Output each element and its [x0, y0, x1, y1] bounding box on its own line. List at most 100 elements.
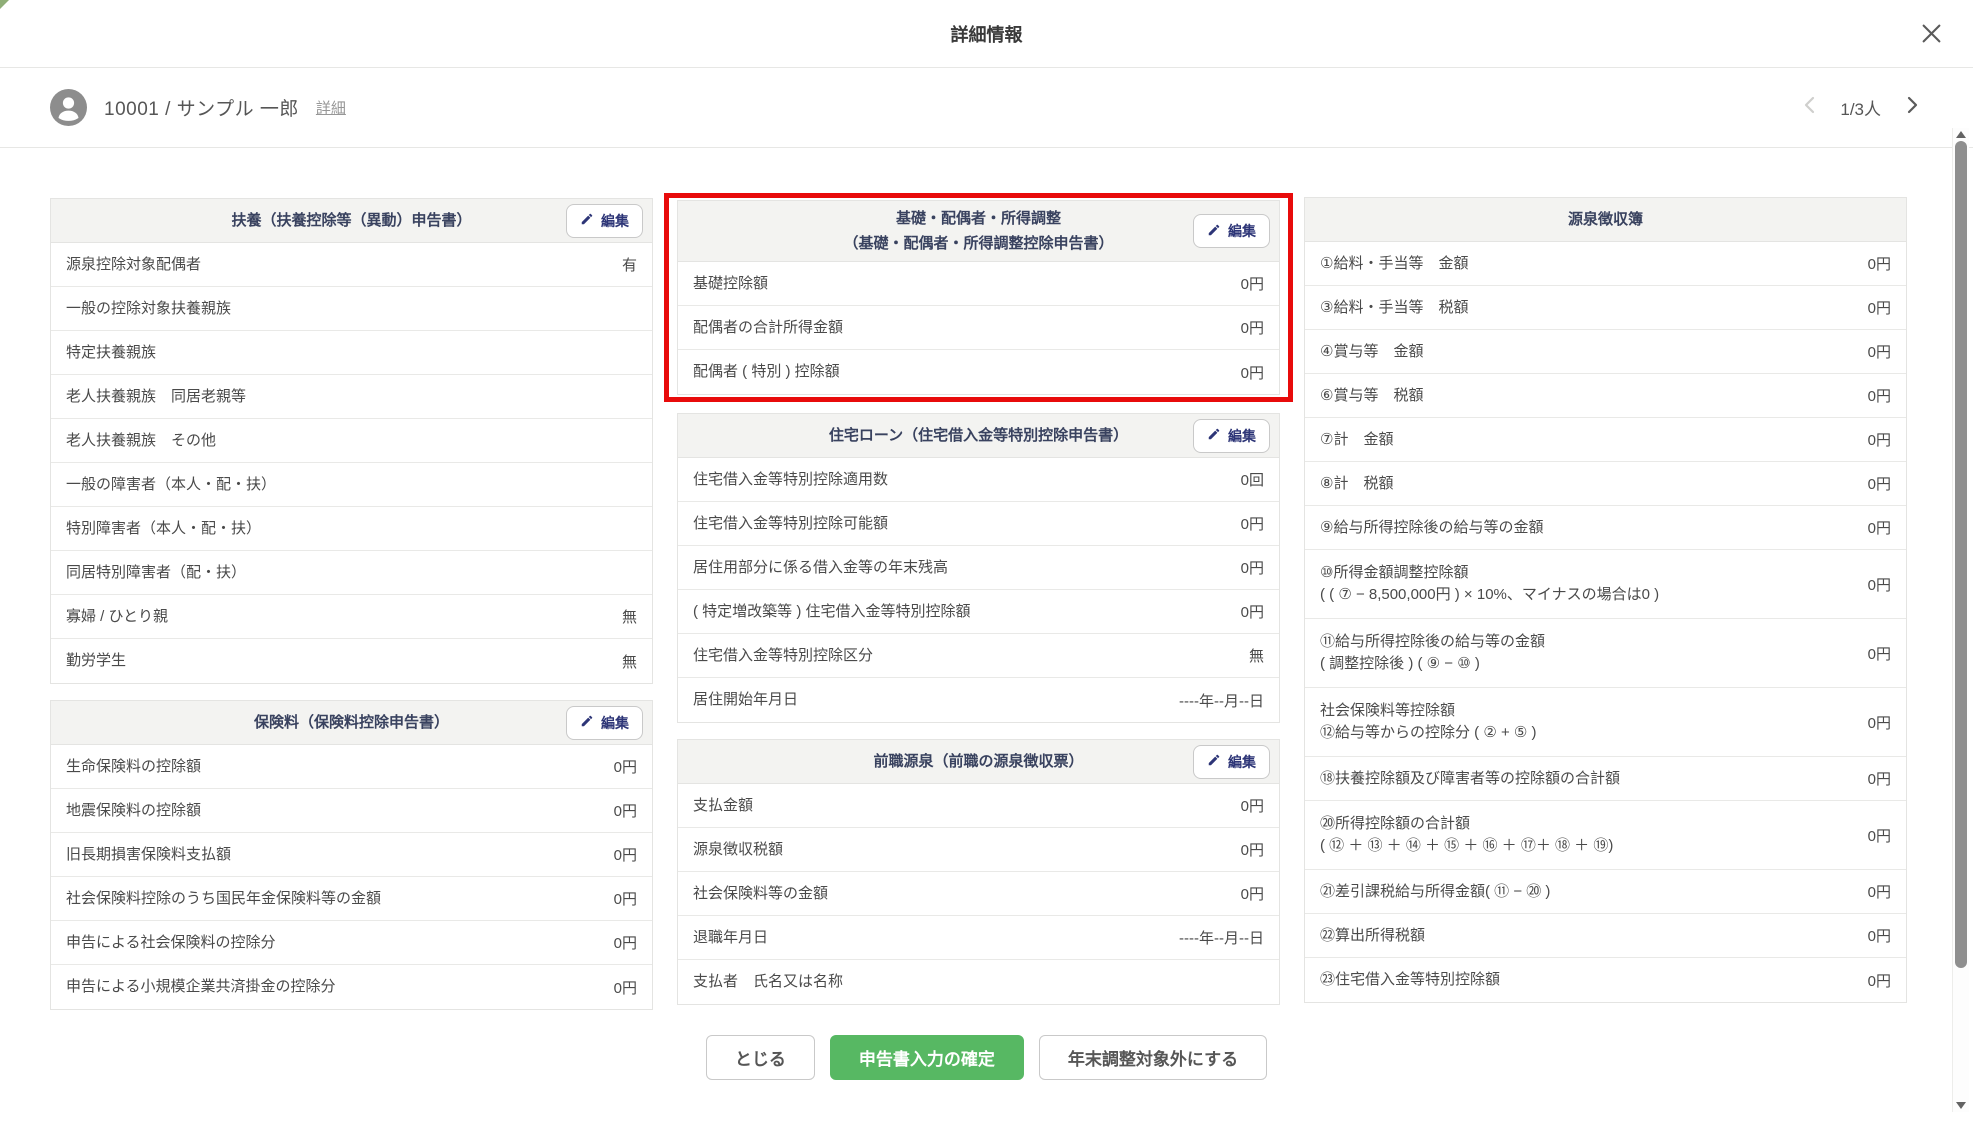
row-value: 0円 [1868, 825, 1891, 846]
table-title: 住宅ローン（住宅借入金等特別控除申告書） [829, 423, 1128, 448]
row-value: 無 [1249, 645, 1264, 666]
table-hokenryo: 保険料（保険料控除申告書）編集生命保険料の控除額0円地震保険料の控除額0円旧長期… [50, 700, 653, 1010]
row-label: 源泉控除対象配偶者 [66, 244, 201, 286]
table-row: ⑪給与所得控除後の給与等の金額( 調整控除後 ) ( ⑨ − ⑩ )0円 [1305, 619, 1906, 688]
table-row: ①給料・手当等 金額 0円 [1305, 242, 1906, 286]
edit-button-zenshoku[interactable]: 編集 [1193, 745, 1270, 779]
row-label: 支払金額 [693, 785, 753, 827]
row-value: 0円 [1868, 297, 1891, 318]
table-row: 特定扶養親族 [51, 331, 652, 375]
table-title: 源泉徴収簿 [1568, 207, 1643, 232]
row-label: 寡婦 / ひとり親 [66, 596, 168, 638]
table-row: 配偶者の合計所得金額 0円 [678, 306, 1279, 350]
row-label: ㉓住宅借入金等特別控除額 [1320, 959, 1500, 1001]
row-value: 0円 [1241, 601, 1264, 622]
modal-title-bar: 詳細情報 [0, 0, 1973, 68]
scrollbar[interactable] [1952, 128, 1969, 1112]
row-value: 0円 [1868, 385, 1891, 406]
row-label: 居住用部分に係る借入金等の年末残高 [693, 547, 948, 589]
row-label: 社会保険料控除のうち国民年金保険料等の金額 [66, 878, 381, 920]
next-employee-button[interactable] [1901, 97, 1923, 119]
employee-id-name: 10001 / サンプル 一郎 [104, 94, 299, 121]
table-row: 一般の障害者（本人・配・扶） [51, 463, 652, 507]
row-label: ⑪給与所得控除後の給与等の金額( 調整控除後 ) ( ⑨ − ⑩ ) [1320, 621, 1545, 685]
edit-button-kiso[interactable]: 編集 [1193, 214, 1270, 248]
edit-button-jutaku[interactable]: 編集 [1193, 419, 1270, 453]
row-value: 0円 [1241, 795, 1264, 816]
row-value: 0円 [1868, 473, 1891, 494]
close-icon[interactable] [1919, 21, 1943, 45]
prev-employee-button[interactable] [1798, 97, 1820, 119]
row-label: 社会保険料等の金額 [693, 873, 828, 915]
table-header-hokenryo: 保険料（保険料控除申告書）編集 [51, 701, 652, 745]
table-row: 源泉控除対象配偶者 有 [51, 243, 652, 287]
edit-button-label: 編集 [601, 211, 629, 231]
table-row: 老人扶養親族 その他 [51, 419, 652, 463]
table-row: 住宅借入金等特別控除可能額0円 [678, 502, 1279, 546]
row-label: 申告による小規模企業共済掛金の控除分 [66, 966, 336, 1008]
table-row: ③給料・手当等 税額0円 [1305, 286, 1906, 330]
column-right: 源泉徴収簿①給料・手当等 金額0円③給料・手当等 税額0円④賞与等 金額0円⑥賞… [1304, 148, 1907, 1013]
row-value: 無 [622, 606, 637, 627]
row-value: 0円 [1868, 768, 1891, 789]
row-label: 申告による社会保険料の控除分 [66, 922, 276, 964]
pencil-icon [1207, 427, 1221, 444]
row-value: 0円 [1241, 362, 1264, 383]
scrollbar-thumb[interactable] [1955, 141, 1967, 968]
edit-button-label: 編集 [1228, 221, 1256, 241]
row-value: 0円 [1241, 317, 1264, 338]
edit-button-label: 編集 [601, 713, 629, 733]
row-value: 0円 [1868, 925, 1891, 946]
row-sublabel: ( ⑫ ＋ ⑬ ＋ ⑭ ＋ ⑮ ＋ ⑯ ＋ ⑰＋ ⑱ ＋ ⑲) [1320, 835, 1613, 857]
table-row: ⑱扶養控除額及び障害者等の控除額の合計額0円 [1305, 757, 1906, 801]
highlight-box: 基礎・配偶者・所得調整（基礎・配偶者・所得調整控除申告書）編集基礎控除額0円配偶… [664, 193, 1293, 402]
table-jutaku: 住宅ローン（住宅借入金等特別控除申告書）編集住宅借入金等特別控除適用数0回住宅借… [677, 413, 1280, 723]
row-value: 0円 [1868, 253, 1891, 274]
row-value: 0円 [614, 932, 637, 953]
column-middle: 基礎・配偶者・所得調整（基礎・配偶者・所得調整控除申告書）編集基礎控除額0円配偶… [677, 148, 1280, 1013]
avatar [50, 89, 87, 126]
row-label: ④賞与等 金額 [1320, 331, 1423, 373]
table-row: 一般の控除対象扶養親族 [51, 287, 652, 331]
scroll-up-icon[interactable] [1956, 131, 1966, 138]
row-label: ( 特定増改築等 ) 住宅借入金等特別控除額 [693, 591, 971, 633]
table-row: ④賞与等 金額0円 [1305, 330, 1906, 374]
row-label: 住宅借入金等特別控除可能額 [693, 503, 888, 545]
row-value: 0円 [1868, 712, 1891, 733]
table-row: 支払者 氏名又は名称 [678, 960, 1279, 1004]
row-value: 0円 [614, 844, 637, 865]
close-button[interactable]: とじる [706, 1035, 815, 1080]
table-gensencho: 源泉徴収簿①給料・手当等 金額0円③給料・手当等 税額0円④賞与等 金額0円⑥賞… [1304, 197, 1907, 1003]
table-row: ㉓住宅借入金等特別控除額 0円 [1305, 958, 1906, 1002]
table-row: 老人扶養親族 同居老親等 [51, 375, 652, 419]
row-label: ⑥賞与等 税額 [1320, 375, 1423, 417]
table-row: 特別障害者（本人・配・扶） [51, 507, 652, 551]
table-row: 申告による小規模企業共済掛金の控除分0円 [51, 965, 652, 1009]
pencil-icon [1207, 223, 1221, 240]
table-header-jutaku: 住宅ローン（住宅借入金等特別控除申告書） 編集 [678, 414, 1279, 458]
row-value: 0回 [1241, 469, 1264, 490]
row-label: 支払者 氏名又は名称 [693, 961, 843, 1003]
row-value: 有 [622, 254, 637, 275]
row-label: 配偶者の合計所得金額 [693, 307, 843, 349]
employee-detail-link[interactable]: 詳細 [316, 97, 346, 118]
row-label: 配偶者 ( 特別 ) 控除額 [693, 351, 840, 393]
row-label: ㉑差引課税給与所得金額( ⑪ − ⑳ ) [1320, 871, 1550, 913]
confirm-declaration-button[interactable]: 申告書入力の確定 [830, 1035, 1024, 1080]
row-sublabel: ( 調整控除後 ) ( ⑨ − ⑩ ) [1320, 653, 1545, 675]
chevron-right-icon [1907, 96, 1918, 119]
row-value: 0円 [1868, 970, 1891, 991]
row-label: 旧長期損害保険料支払額 [66, 834, 231, 876]
row-label: 退職年月日 [693, 917, 768, 959]
edit-button-label: 編集 [1228, 752, 1256, 772]
edit-button-fuyou[interactable]: 編集 [566, 204, 643, 238]
scroll-down-icon[interactable] [1956, 1102, 1966, 1109]
row-label: ①給料・手当等 金額 [1320, 243, 1468, 285]
row-value: 0円 [1868, 517, 1891, 538]
edit-button-hokenryo[interactable]: 編集 [566, 706, 643, 740]
exclude-year-end-adjustment-button[interactable]: 年末調整対象外にする [1039, 1035, 1267, 1080]
table-row: 生命保険料の控除額0円 [51, 745, 652, 789]
page-indicator: 1/3人 [1840, 95, 1881, 120]
table-row: ㉑差引課税給与所得金額( ⑪ − ⑳ )0円 [1305, 870, 1906, 914]
footer-actions: とじる 申告書入力の確定 年末調整対象外にする [0, 1013, 1973, 1121]
